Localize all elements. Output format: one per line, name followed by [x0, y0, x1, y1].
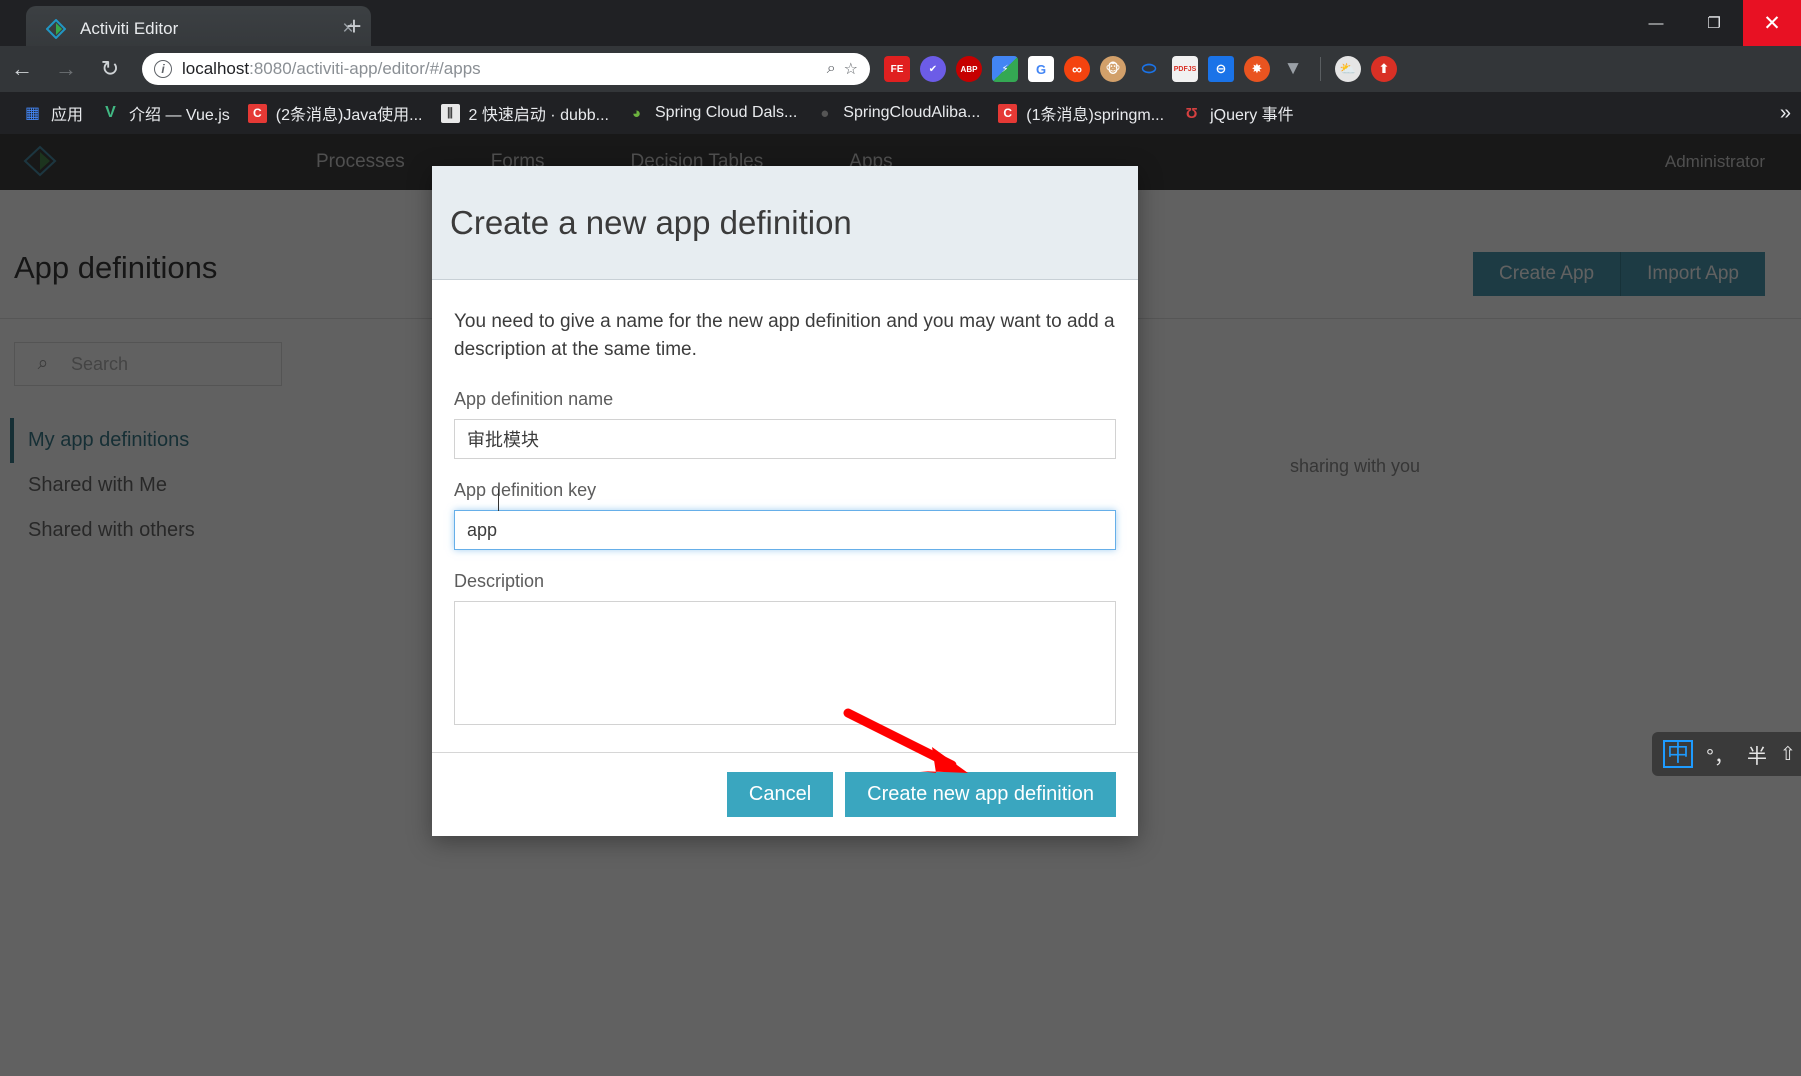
google-translate-extension-icon[interactable]: G [1028, 56, 1054, 82]
toolbar-divider [1320, 57, 1321, 81]
browser-tab-strip: Activiti Editor × + — ❐ ✕ [0, 0, 1801, 52]
field-description: Description [454, 571, 1116, 730]
bookmark-label: 2 快速启动 · dubb... [468, 107, 610, 124]
vuejs-icon: V [105, 104, 116, 121]
bookmark-label: (1条消息)springm... [1026, 107, 1165, 124]
bookmark-jquery-events[interactable]: Ʊ jQuery 事件 [1173, 98, 1303, 128]
bookmark-star-icon[interactable]: ☆ [844, 59, 858, 79]
reload-icon[interactable]: ↻ [88, 47, 132, 91]
window-close-icon[interactable]: ✕ [1743, 0, 1801, 46]
csdn-icon: C [247, 103, 267, 123]
field-app-definition-key: App definition key [454, 480, 1116, 551]
monkey-extension-icon[interactable]: 🐵 [1100, 56, 1126, 82]
back-icon[interactable]: ← [0, 47, 44, 91]
address-bar[interactable]: i localhost:8080/activiti-app/editor/#/a… [142, 53, 870, 85]
activiti-diamond-icon [45, 18, 67, 40]
app-definition-key-input[interactable] [454, 510, 1116, 551]
adblock-plus-extension-icon[interactable]: ABP [956, 56, 982, 82]
ubuntu-extension-icon[interactable]: ✸ [1244, 56, 1270, 82]
checkmark-extension-icon[interactable]: ✔ [920, 56, 946, 82]
csdn-icon: C [998, 103, 1018, 123]
browser-tab-title: Activiti Editor [80, 19, 179, 38]
weather-extension-icon[interactable]: ⛅ [1335, 56, 1361, 82]
feedly-extension-icon[interactable]: FE [884, 56, 910, 82]
address-bar-url: localhost:8080/activiti-app/editor/#/app… [182, 59, 819, 79]
bookmark-label: 应用 [51, 107, 84, 124]
bookmark-csdn-springmvc[interactable]: C (1条消息)springm... [989, 98, 1173, 128]
modal-intro-text: You need to give a name for the new app … [454, 311, 1115, 360]
ime-punctuation-mode[interactable]: °， [1706, 740, 1734, 769]
modal-body: You need to give a name for the new app … [432, 280, 1138, 761]
bookmark-label: jQuery 事件 [1210, 107, 1294, 124]
text-caret [498, 489, 499, 512]
bookmark-spring-cloud-dalston[interactable]: ◕ Spring Cloud Dals... [618, 98, 806, 128]
bookmark-label: Spring Cloud Dals... [655, 104, 798, 121]
site-info-icon[interactable]: i [154, 60, 172, 78]
forward-icon[interactable]: → [44, 47, 88, 91]
create-app-definition-modal: Create a new app definition You need to … [432, 166, 1138, 836]
window-controls: — ❐ ✕ [1627, 0, 1801, 46]
field-label-key: App definition key [454, 480, 597, 501]
modal-header: Create a new app definition [432, 166, 1138, 280]
ime-language-mode[interactable]: 中 [1663, 740, 1694, 768]
url-path: :8080/activiti-app/editor/#/apps [249, 59, 481, 78]
url-host: localhost [182, 59, 250, 78]
maximize-icon[interactable]: ❐ [1685, 0, 1743, 46]
zoom-icon[interactable]: ⌕ [827, 60, 836, 78]
ime-shift-icon[interactable]: ⇧ [1780, 743, 1796, 766]
field-app-definition-name: App definition name [454, 389, 1116, 460]
bookmark-label: (2条消息)Java使用... [275, 107, 423, 124]
bookmark-apps[interactable]: ▦ 应用 [14, 98, 92, 128]
field-label-description: Description [454, 571, 545, 592]
field-label-name: App definition name [454, 389, 614, 410]
create-new-app-definition-button[interactable]: Create new app definition [845, 772, 1116, 817]
pdfjs-extension-icon[interactable]: PDFJS [1172, 56, 1198, 82]
cancel-button[interactable]: Cancel [726, 772, 834, 817]
bookmark-dubbo[interactable]: ⫼ 2 快速启动 · dubb... [432, 98, 619, 128]
app-definition-name-input[interactable] [454, 419, 1116, 460]
jquery-icon: Ʊ [1185, 104, 1198, 122]
description-textarea[interactable] [454, 601, 1116, 726]
alibaba-icon: ● [820, 104, 830, 122]
bookmarks-overflow-icon[interactable]: » [1780, 102, 1791, 125]
bookmarks-bar: ▦ 应用 V 介绍 — Vue.js C (2条消息)Java使用... ⫼ 2… [0, 92, 1801, 134]
modal-footer: Cancel Create new app definition [432, 752, 1138, 836]
dubbo-icon: ⫼ [440, 103, 460, 123]
vue-devtools-extension-icon[interactable]: ▼ [1280, 56, 1306, 82]
bookmark-csdn-java[interactable]: C (2条消息)Java使用... [239, 98, 432, 128]
browser-toolbar: ← → ↻ i localhost:8080/activiti-app/edit… [0, 46, 1801, 92]
new-tab-button[interactable]: + [334, 6, 374, 46]
bookmark-vuejs[interactable]: V 介绍 — Vue.js [92, 98, 239, 128]
spring-leaf-icon: ◕ [631, 104, 642, 122]
extensions-strip: FE ✔ ABP ⚡ G ∞ 🐵 ⬭ PDFJS ⊖ ✸ ▼ ⛅ ⬆ [884, 56, 1397, 82]
bookmark-label: 介绍 — Vue.js [129, 107, 230, 124]
minimize-icon[interactable]: — [1627, 0, 1685, 46]
bookmark-label: SpringCloudAliba... [843, 104, 981, 121]
modal-title: Create a new app definition [450, 203, 852, 241]
infinity-newtab-extension-icon[interactable]: ∞ [1064, 56, 1090, 82]
bookmark-spring-cloud-alibaba[interactable]: ● SpringCloudAliba... [806, 98, 989, 128]
upload-extension-icon[interactable]: ⬆ [1371, 56, 1397, 82]
leaf-extension-icon[interactable]: ⬭ [1136, 56, 1162, 82]
proxy-switchy-extension-icon[interactable]: ⊖ [1208, 56, 1234, 82]
ime-width-mode[interactable]: 半 [1747, 740, 1767, 769]
ime-toolbar: 中 °， 半 ⇧ [1652, 732, 1801, 776]
lightshot-extension-icon[interactable]: ⚡ [992, 56, 1018, 82]
apps-grid-icon: ▦ [24, 105, 41, 122]
